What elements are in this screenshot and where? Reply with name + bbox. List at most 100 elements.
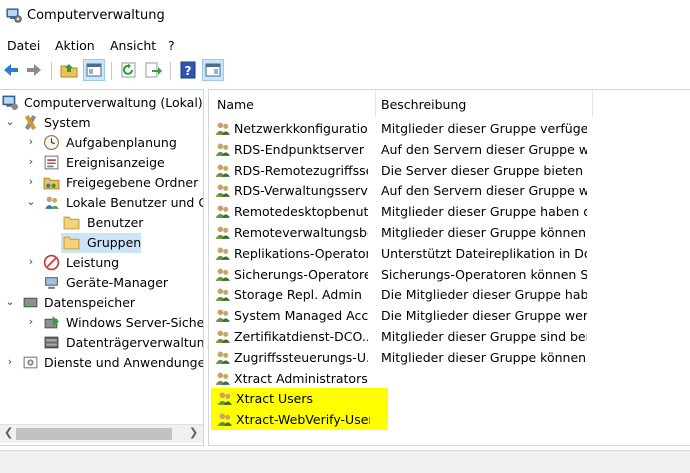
group-icon: [215, 205, 230, 219]
refresh-icon[interactable]: [119, 60, 139, 80]
group-icon: [215, 143, 230, 156]
computer-management-icon: [6, 8, 22, 23]
tree-item-label: Datenträgerverwaltung: [66, 335, 204, 350]
tree-item-ereignisanzeige[interactable]: › Ereignisanzeige: [0, 153, 203, 173]
computer-management-icon: [2, 95, 18, 110]
shared-folder-icon: [43, 177, 60, 190]
group-description: Mitglieder dieser Gruppe sind ber...: [381, 329, 587, 344]
chevron-down-icon[interactable]: ⌄: [4, 295, 16, 308]
export-list-icon[interactable]: [143, 60, 163, 80]
table-row[interactable]: RDS-Endpunktserver Auf den Servern dieser…: [209, 139, 689, 160]
tree-item-system[interactable]: ⌄ System: [0, 113, 203, 133]
table-row[interactable]: Replikations-Operator Unterstützt Dateire…: [209, 243, 689, 264]
tools-icon: [24, 114, 37, 131]
group-description: Unterstützt Dateireplikation in Do...: [381, 245, 587, 261]
scroll-left-icon[interactable]: ❮: [4, 426, 13, 439]
group-name: Xtract-WebVerify-Users: [236, 412, 370, 428]
table-row[interactable]: RDS-Remotezugriffsse... Die Server dieser…: [209, 160, 689, 181]
table-row[interactable]: Netzwerkkonfiguratio... Mitglieder dieser…: [209, 118, 689, 139]
tree-item-leistung[interactable]: › Leistung: [0, 253, 203, 273]
tree-item-geraete-manager[interactable]: Geräte-Manager: [0, 273, 203, 293]
column-divider[interactable]: [592, 90, 593, 118]
menu-bar: Datei Aktion Ansicht ?: [0, 36, 690, 56]
chevron-right-icon[interactable]: ›: [25, 155, 37, 168]
group-icon: [215, 184, 230, 198]
tree-item-computer-management[interactable]: Computerverwaltung (Lokal): [0, 93, 203, 113]
show-hide-action-pane-icon[interactable]: [202, 59, 224, 81]
chevron-right-icon[interactable]: ›: [4, 355, 16, 368]
table-row[interactable]: Xtract-WebVerify-Users: [211, 409, 388, 431]
show-hide-tree-icon[interactable]: [83, 59, 105, 81]
group-icon: [215, 372, 230, 385]
chevron-right-icon[interactable]: ›: [25, 315, 37, 328]
tree-item-dienste-und-anwendungen[interactable]: › Dienste und Anwendungen: [0, 353, 203, 373]
chevron-right-icon[interactable]: ›: [25, 175, 37, 188]
tree-item-label: Computerverwaltung (Lokal): [24, 95, 203, 110]
tree-item-gruppen[interactable]: Gruppen: [61, 233, 141, 253]
group-name: Remotedesktopbenutz...: [234, 204, 368, 220]
tree-item-label: Benutzer: [87, 215, 144, 230]
group-name: Replikations-Operator: [234, 245, 368, 261]
chevron-right-icon[interactable]: ›: [25, 135, 37, 148]
table-row[interactable]: Xtract Administrators: [209, 368, 689, 389]
table-row[interactable]: Zugriffssteuerungs-U... Mitglieder dieser…: [209, 347, 689, 368]
group-icon: [215, 268, 230, 281]
chevron-right-icon[interactable]: ›: [25, 255, 37, 268]
tree-item-label: Geräte-Manager: [66, 275, 169, 290]
table-row[interactable]: Storage Repl. Admin Die Mitglieder dieser…: [209, 284, 689, 305]
device-manager-icon: [45, 277, 58, 289]
table-row[interactable]: Remotedesktopbenutz... Mitglieder dieser …: [209, 201, 689, 222]
group-description: Die Mitglieder dieser Gruppe habe...: [381, 287, 587, 303]
tree-item-label: Dienste und Anwendungen: [44, 355, 204, 370]
group-icon: [215, 164, 230, 177]
column-divider[interactable]: [375, 90, 376, 118]
group-description: Die Server dieser Gruppe bieten Be...: [381, 162, 587, 178]
menu-datei[interactable]: Datei: [7, 38, 40, 53]
forward-icon[interactable]: [24, 60, 44, 80]
tree-item-aufgabenplanung[interactable]: › Aufgabenplanung: [0, 133, 203, 153]
group-description: Sicherungs-Operatoren können Si...: [381, 266, 587, 282]
tree-horizontal-scrollbar[interactable]: ❮ ❯: [0, 424, 203, 443]
tree-item-datentraegerverwaltung[interactable]: Datenträgerverwaltung: [0, 333, 203, 353]
group-description: Mitglieder dieser Gruppe können r...: [381, 349, 587, 365]
table-row[interactable]: Xtract Users: [211, 388, 388, 410]
group-description: Mitglieder dieser Gruppe verfügen...: [381, 121, 587, 136]
column-header-description[interactable]: Beschreibung: [381, 90, 581, 118]
menu-ansicht[interactable]: Ansicht: [110, 38, 156, 53]
tree-item-benutzer[interactable]: Benutzer: [0, 213, 203, 233]
tree-item-freigegebene-ordner[interactable]: › Freigegebene Ordner: [0, 173, 203, 193]
disk-icon: [44, 336, 59, 349]
scroll-right-icon[interactable]: ❯: [189, 426, 198, 439]
tree-item-lokale-benutzer-und-gruppen[interactable]: ⌄ Lokale Benutzer und Gruppen: [0, 193, 203, 213]
group-icon: [217, 413, 232, 427]
table-row[interactable]: Remoteverwaltungsbe... Mitglieder dieser …: [209, 222, 689, 243]
event-viewer-icon: [44, 155, 59, 170]
table-row[interactable]: RDS-Verwaltungsserver Auf den Servern die…: [209, 180, 689, 201]
tree-item-label: System: [44, 115, 91, 130]
navigation-tree: Computerverwaltung (Lokal) ⌄ System › Au…: [0, 89, 204, 446]
group-icon: [215, 330, 230, 343]
scrollbar-thumb[interactable]: [16, 428, 172, 440]
tree-item-label: Gruppen: [87, 235, 142, 250]
tree-item-datenspeicher[interactable]: ⌄ Datenspeicher: [0, 293, 203, 313]
column-header-name[interactable]: Name: [217, 90, 367, 118]
menu-help[interactable]: ?: [168, 38, 175, 53]
table-row[interactable]: Sicherungs-Operatoren Sicherungs-Operator…: [209, 264, 689, 285]
group-name: RDS-Endpunktserver: [234, 141, 364, 157]
chevron-down-icon[interactable]: ⌄: [4, 115, 16, 128]
tree-item-label: Datenspeicher: [44, 295, 136, 310]
tree-item-windows-server-sicherung[interactable]: › Windows Server-Sicherung: [0, 313, 203, 333]
chevron-down-icon[interactable]: ⌄: [25, 195, 37, 208]
group-name: Zugriffssteuerungs-U...: [234, 349, 368, 365]
tree-item-label: Aufgabenplanung: [66, 135, 177, 150]
group-icon: [215, 288, 230, 302]
group-name: Storage Repl. Admin: [234, 287, 362, 303]
back-icon[interactable]: [1, 60, 21, 80]
menu-aktion[interactable]: Aktion: [55, 38, 95, 53]
help-icon[interactable]: ?: [178, 60, 198, 80]
table-row[interactable]: System Managed Acco... Die Mitglieder die…: [209, 305, 689, 326]
tree-item-label: Freigegebene Ordner: [66, 175, 199, 190]
table-row[interactable]: Zertifikatdienst-DCO... Mitglieder dieser…: [209, 326, 689, 347]
group-name: RDS-Verwaltungsserver: [234, 183, 368, 199]
up-folder-icon[interactable]: [59, 60, 79, 80]
